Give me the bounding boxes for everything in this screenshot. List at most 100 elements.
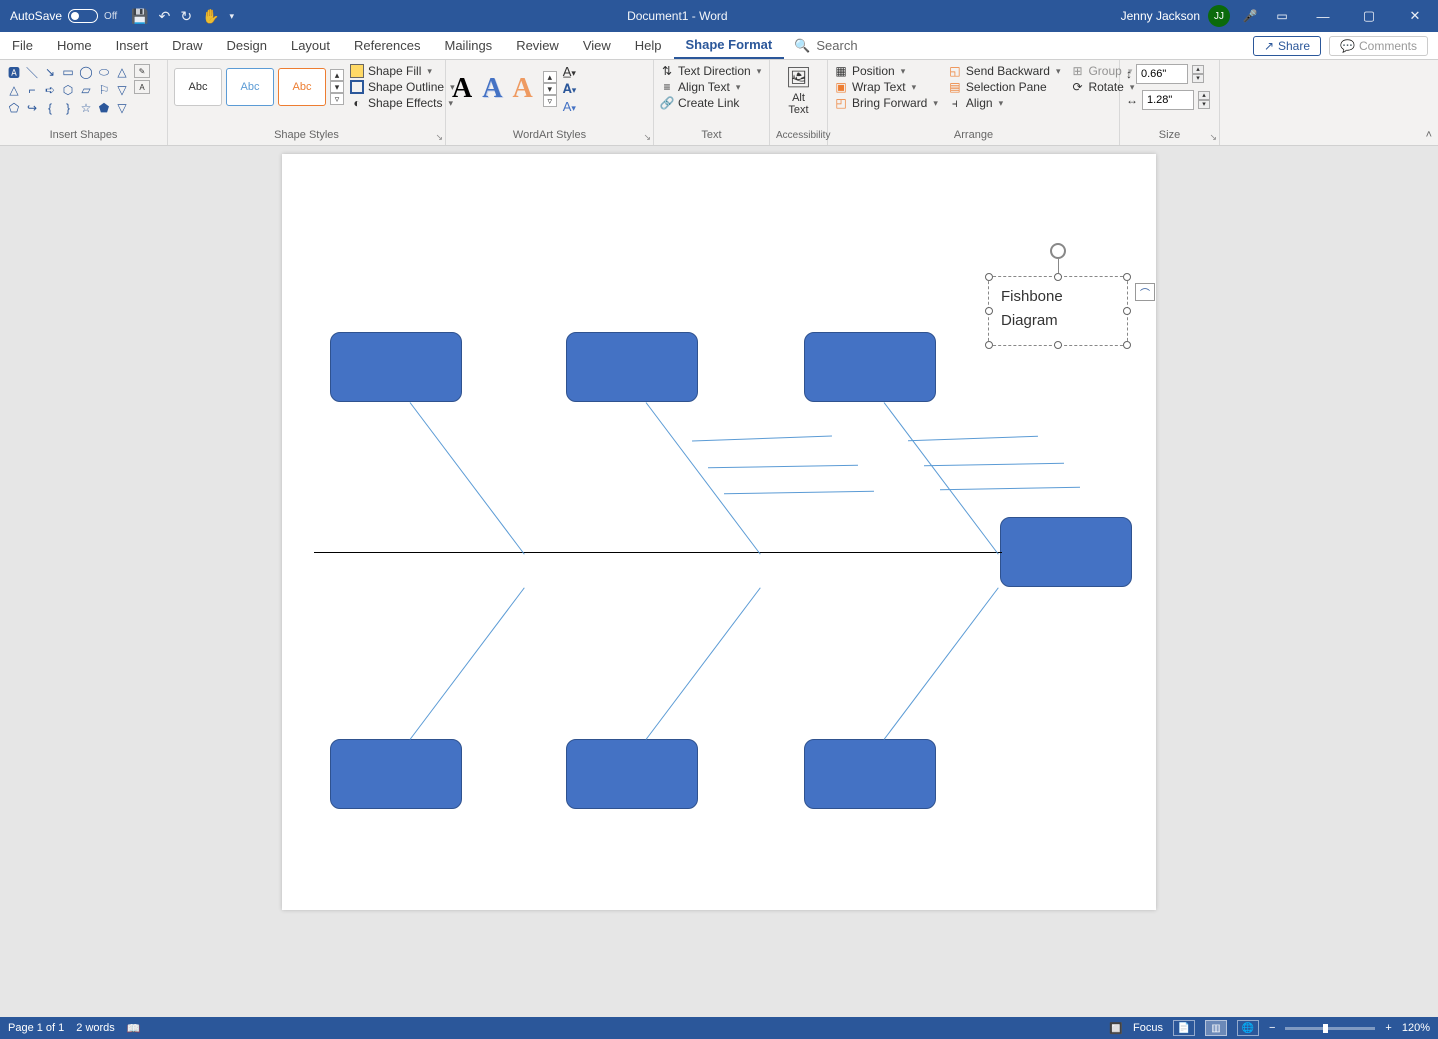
undo-icon[interactable]: ↶ — [159, 8, 171, 25]
edit-shape-icon[interactable]: ✎ — [134, 64, 150, 78]
shape-elbow-icon[interactable]: ⌐ — [24, 82, 40, 98]
dialog-launcher-icon[interactable]: ↘ — [1209, 132, 1217, 143]
cause-line[interactable] — [940, 487, 1080, 490]
align-button[interactable]: ⫞Align▾ — [948, 96, 1061, 110]
bone[interactable] — [646, 402, 761, 554]
tab-references[interactable]: References — [342, 32, 432, 59]
word-count[interactable]: 2 words — [76, 1022, 115, 1034]
shape-fill-button[interactable]: Shape Fill▾ — [350, 64, 455, 78]
shape-c-icon[interactable]: { — [42, 100, 58, 116]
draw-textbox-icon[interactable]: A — [134, 80, 150, 94]
cause-line[interactable] — [692, 436, 832, 442]
zoom-level[interactable]: 120% — [1402, 1022, 1430, 1034]
share-button[interactable]: ↗Share — [1253, 36, 1321, 56]
redo-icon[interactable]: ↻ — [180, 8, 192, 25]
shape-doc-icon[interactable]: ▱ — [78, 82, 94, 98]
web-layout-button[interactable]: 🌐 — [1237, 1020, 1259, 1036]
focus-label[interactable]: Focus — [1133, 1022, 1163, 1034]
page[interactable]: Fishbone Diagram ⌒ — [282, 154, 1156, 910]
tab-layout[interactable]: Layout — [279, 32, 342, 59]
tab-insert[interactable]: Insert — [104, 32, 161, 59]
height-up[interactable]: ▴ — [1192, 65, 1204, 74]
wrap-text-button[interactable]: ▣Wrap Text▾ — [834, 80, 938, 94]
cause-box-bot-1[interactable] — [330, 739, 462, 809]
shape-connector-icon[interactable]: ↘ — [42, 64, 58, 80]
gallery-down-icon[interactable]: ▾ — [330, 81, 344, 93]
page-indicator[interactable]: Page 1 of 1 — [8, 1022, 64, 1034]
shape-e-icon[interactable]: ⬟ — [96, 100, 112, 116]
cause-line[interactable] — [724, 491, 874, 495]
rotation-handle[interactable] — [1050, 243, 1066, 259]
width-down[interactable]: ▾ — [1198, 100, 1210, 109]
tab-review[interactable]: Review — [504, 32, 571, 59]
save-icon[interactable]: 💾 — [131, 8, 148, 25]
tab-file[interactable]: File — [0, 32, 45, 59]
shape-rr-icon[interactable]: ⬭ — [96, 64, 112, 80]
textbox-line2[interactable]: Diagram — [1001, 309, 1115, 333]
width-field[interactable]: ↔ ▴▾ — [1126, 90, 1213, 110]
style-preset-1[interactable]: Abc — [174, 68, 222, 106]
shape-star-icon[interactable]: ☆ — [78, 100, 94, 116]
layout-options-icon[interactable]: ⌒ — [1135, 283, 1155, 301]
wordart-preset-2[interactable]: A — [482, 73, 502, 105]
gallery-up-icon[interactable]: ▴ — [330, 69, 344, 81]
focus-icon[interactable]: 🔲 — [1109, 1022, 1123, 1035]
resize-handle-s[interactable] — [1054, 341, 1062, 349]
resize-handle-se[interactable] — [1123, 341, 1131, 349]
search-box[interactable]: 🔍 Search — [794, 38, 857, 54]
resize-handle-ne[interactable] — [1123, 273, 1131, 281]
shape-a-icon[interactable]: ⬠ — [6, 100, 22, 116]
shape-b-icon[interactable]: ↪ — [24, 100, 40, 116]
document-area[interactable]: Fishbone Diagram ⌒ — [0, 146, 1438, 1017]
read-mode-button[interactable]: 📄 — [1173, 1020, 1195, 1036]
bring-forward-button[interactable]: ◰Bring Forward▾ — [834, 96, 938, 110]
cause-line[interactable] — [908, 436, 1038, 442]
shape-effects-button[interactable]: ◐Shape Effects▾ — [350, 96, 455, 110]
cause-box-top-1[interactable] — [330, 332, 462, 402]
tab-help[interactable]: Help — [623, 32, 674, 59]
resize-handle-sw[interactable] — [985, 341, 993, 349]
text-direction-button[interactable]: ⇅Text Direction▾ — [660, 64, 763, 78]
shape-more2-icon[interactable]: ▽ — [114, 82, 130, 98]
bone[interactable] — [884, 587, 999, 739]
tab-draw[interactable]: Draw — [160, 32, 214, 59]
width-up[interactable]: ▴ — [1198, 91, 1210, 100]
resize-handle-w[interactable] — [985, 307, 993, 315]
send-backward-button[interactable]: ◱Send Backward▾ — [948, 64, 1061, 78]
shape-d-icon[interactable]: } — [60, 100, 76, 116]
wordart-preset-3[interactable]: A — [512, 73, 532, 105]
shape-tri-icon[interactable]: △ — [6, 82, 22, 98]
shape-textbox-icon[interactable]: 🅰 — [6, 64, 22, 80]
shape-style-gallery[interactable]: Abc Abc Abc ▴ ▾ ▿ — [174, 68, 344, 106]
shape-more3-icon[interactable]: ▽ — [114, 100, 130, 116]
height-input[interactable] — [1136, 64, 1188, 84]
style-preset-2[interactable]: Abc — [226, 68, 274, 106]
alt-text-button[interactable]: 🖼 Alt Text — [776, 64, 821, 118]
dialog-launcher-icon[interactable]: ↘ — [435, 132, 443, 143]
zoom-out-button[interactable]: − — [1269, 1022, 1275, 1034]
cause-box-bot-2[interactable] — [566, 739, 698, 809]
shape-rect-icon[interactable]: ▭ — [60, 64, 76, 80]
print-layout-button[interactable]: ▥ — [1205, 1020, 1227, 1036]
shape-more1-icon[interactable]: △ — [114, 64, 130, 80]
close-button[interactable]: ✕ — [1392, 8, 1438, 24]
align-text-button[interactable]: ≡Align Text▾ — [660, 80, 763, 94]
autosave-toggle[interactable] — [68, 9, 98, 23]
shape-hex-icon[interactable]: ⬡ — [60, 82, 76, 98]
bone[interactable] — [410, 587, 525, 739]
fishbone-spine[interactable] — [314, 552, 1002, 553]
mic-icon[interactable]: 🎤 — [1238, 9, 1262, 23]
width-input[interactable] — [1142, 90, 1194, 110]
resize-handle-nw[interactable] — [985, 273, 993, 281]
tab-view[interactable]: View — [571, 32, 623, 59]
text-fill-icon[interactable]: A̲▾ — [563, 64, 577, 79]
dialog-launcher-icon[interactable]: ↘ — [643, 132, 651, 143]
textbox-line1[interactable]: Fishbone — [1001, 285, 1115, 309]
shape-arrow-icon[interactable]: ➪ — [42, 82, 58, 98]
bone[interactable] — [646, 587, 761, 739]
gallery-down-icon[interactable]: ▾ — [543, 83, 557, 95]
ribbon-mode-icon[interactable]: ▭ — [1270, 9, 1294, 23]
shape-outline-button[interactable]: Shape Outline▾ — [350, 80, 455, 94]
zoom-slider[interactable] — [1285, 1027, 1375, 1030]
text-effects-icon[interactable]: A▾ — [563, 99, 577, 114]
